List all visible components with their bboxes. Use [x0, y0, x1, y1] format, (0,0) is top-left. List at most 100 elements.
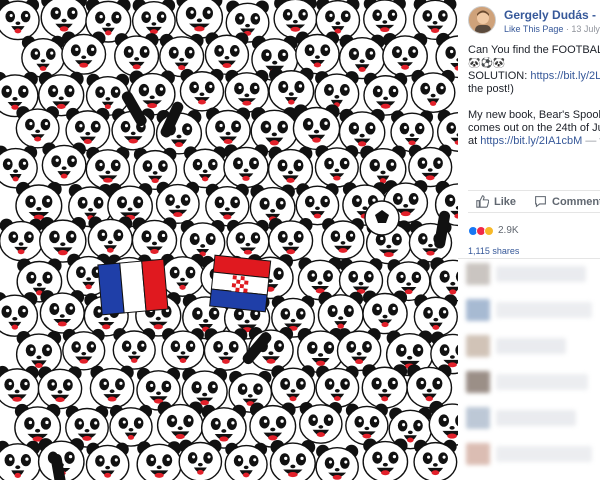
panda-face — [268, 67, 315, 112]
panda-face — [267, 146, 314, 191]
book-with: — with fo — [585, 135, 600, 147]
panda-face — [382, 32, 428, 78]
thumbs-up-icon — [476, 195, 489, 208]
panda-face — [136, 367, 181, 411]
book-link[interactable]: https://bit.ly/2IA1cbM — [480, 135, 582, 147]
panda-face — [224, 69, 270, 113]
panda-face — [0, 0, 40, 41]
panda-face — [205, 107, 251, 152]
panda-face — [85, 442, 130, 480]
panda-face — [273, 0, 318, 39]
panda-face — [314, 145, 359, 188]
panda-face — [390, 110, 434, 153]
panda-face — [41, 142, 87, 186]
panda-face — [345, 403, 389, 446]
panda-face — [15, 331, 62, 376]
panda-face — [315, 444, 359, 480]
post-actions: Like Comment — [468, 190, 600, 212]
panda-face — [428, 400, 458, 447]
panda-face — [37, 366, 83, 410]
panda-face — [338, 258, 384, 301]
solution-link[interactable]: https://bit.ly/2L4e9vl — [530, 70, 600, 82]
panda-face — [436, 109, 458, 152]
panda-face — [299, 401, 343, 444]
panda-face — [223, 144, 269, 189]
panda-face — [155, 181, 200, 224]
blurred-comment — [466, 443, 594, 467]
panda-illustration — [0, 0, 458, 480]
panda-face — [160, 253, 205, 297]
panda-face — [315, 0, 361, 41]
panda-face — [0, 218, 44, 262]
panda-face — [338, 108, 386, 154]
panda-football-emoji: 🐼⚽🐼 — [468, 58, 506, 69]
like-button[interactable]: Like — [476, 195, 516, 208]
panda-face — [114, 33, 160, 77]
panda-face — [317, 291, 364, 337]
panda-face — [363, 0, 407, 39]
panda-face — [338, 34, 386, 80]
like-page-link[interactable]: Like This Page — [504, 24, 563, 34]
panda-face — [0, 145, 38, 189]
panda-face — [295, 183, 340, 226]
panda-face — [406, 364, 453, 409]
comment-label: Comment — [552, 195, 600, 208]
panda-face — [112, 328, 156, 370]
panda-face — [268, 217, 314, 262]
panda-face — [204, 32, 250, 76]
panda-face — [226, 219, 270, 262]
panda-face — [87, 216, 133, 260]
book-line1: My new book, Bear's Spooky Boo — [468, 109, 600, 121]
panda-face — [0, 292, 39, 337]
post-text-line1: Can You find the FOOTBALL amo — [468, 44, 600, 56]
panda-face — [297, 257, 343, 301]
post-date[interactable]: 13 July — [571, 24, 600, 34]
reaction-count: 2.9K — [498, 225, 519, 236]
panda-face — [361, 364, 408, 409]
panda-face — [38, 71, 85, 117]
panda-face — [336, 328, 382, 372]
panda-face — [362, 438, 409, 480]
blurred-comment — [466, 263, 594, 287]
book-line2: comes out on the 24th of July! Pre — [468, 122, 600, 134]
panda-face — [85, 146, 131, 190]
panda-face — [205, 183, 250, 227]
haha-reaction-icon — [484, 225, 494, 236]
panda-face — [179, 68, 225, 112]
panda-face — [89, 365, 135, 409]
panda-face — [362, 290, 408, 335]
panda-face — [408, 144, 453, 188]
panda-face — [109, 404, 153, 447]
shares-count[interactable]: 1,115 shares — [468, 246, 519, 256]
panda-face — [40, 0, 88, 39]
panda-face — [0, 365, 40, 409]
panda-face — [39, 216, 87, 263]
panda-face — [315, 365, 360, 408]
comment-button[interactable]: Comment — [534, 195, 600, 208]
panda-face — [292, 104, 341, 151]
panda-face — [159, 33, 205, 78]
panda-face — [183, 146, 227, 189]
solution-label: SOLUTION: — [468, 70, 531, 82]
post-photo[interactable] — [0, 0, 458, 480]
panda-face — [178, 439, 223, 480]
post-meta: Like This Page · 13 July — [504, 24, 600, 34]
panda-face — [39, 290, 85, 334]
panda-face — [413, 439, 458, 480]
croatian-flag — [209, 254, 272, 313]
avatar[interactable] — [468, 6, 496, 34]
panda-face — [0, 440, 41, 480]
like-label: Like — [494, 195, 517, 208]
post-text-line3: the post!) — [468, 83, 514, 95]
post-header: Gergely Dudás - Dudolf Like This Page · … — [468, 6, 600, 38]
panda-face — [410, 69, 456, 114]
panda-face — [295, 31, 340, 75]
reactions-bar[interactable]: 2.9K — [468, 212, 600, 240]
panda-face — [297, 327, 345, 374]
author-name[interactable]: Gergely Dudás - Dudolf — [504, 8, 600, 22]
panda-face — [203, 328, 249, 371]
panda-face — [161, 328, 205, 370]
panda-face — [224, 442, 268, 480]
panda-face — [136, 441, 182, 480]
blurred-comments — [458, 258, 600, 480]
